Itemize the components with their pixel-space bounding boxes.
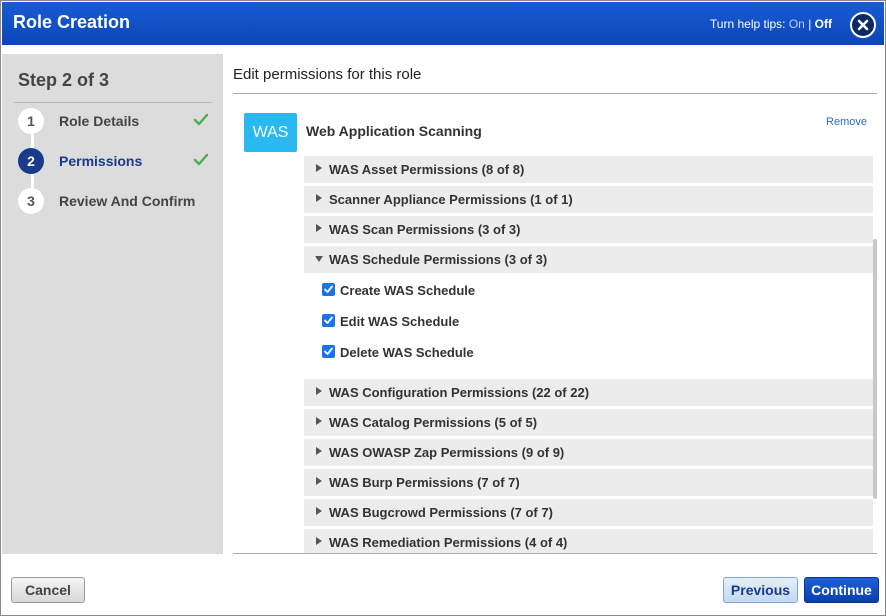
- caret-down-icon: [315, 256, 323, 262]
- permission-item-label: Edit WAS Schedule: [340, 314, 460, 329]
- page-title: Edit permissions for this role: [233, 66, 422, 83]
- permission-group-was-configuration[interactable]: WAS Configuration Permissions (22 of 22): [304, 379, 873, 406]
- permission-group-label: WAS Asset Permissions (8 of 8): [329, 162, 525, 177]
- permissions-panel: WAS Web Application Scanning Remove WAS …: [233, 102, 877, 553]
- help-tips-on[interactable]: On: [789, 17, 805, 31]
- was-module-badge: WAS: [244, 113, 297, 152]
- permission-group-was-schedule[interactable]: WAS Schedule Permissions (3 of 3): [304, 246, 873, 273]
- wizard-step-role-details[interactable]: 1 Role Details: [18, 108, 218, 134]
- title-divider: [233, 93, 877, 94]
- remove-module-link[interactable]: Remove: [826, 116, 867, 128]
- step-number: 3: [18, 188, 44, 214]
- wizard-step-review-and-confirm[interactable]: 3 Review And Confirm: [18, 188, 218, 214]
- close-button[interactable]: [850, 12, 876, 38]
- permission-group-label: WAS OWASP Zap Permissions (9 of 9): [329, 445, 565, 460]
- caret-right-icon: [316, 537, 322, 545]
- checkbox-checked-icon[interactable]: [322, 283, 335, 296]
- step-label: Permissions: [59, 153, 143, 169]
- step-label: Review And Confirm: [59, 193, 196, 209]
- close-icon: [857, 19, 869, 31]
- cancel-button[interactable]: Cancel: [11, 577, 85, 603]
- wizard-sidebar: Step 2 of 3 1 Role Details 2 Permissions…: [2, 54, 223, 554]
- panel-bottom-divider: [233, 553, 877, 554]
- permission-group-was-catalog[interactable]: WAS Catalog Permissions (5 of 5): [304, 409, 873, 436]
- step-number: 2: [18, 148, 44, 174]
- previous-button[interactable]: Previous: [723, 577, 798, 603]
- sidebar-divider: [14, 102, 212, 103]
- permission-group-label: WAS Burp Permissions (7 of 7): [329, 475, 520, 490]
- permission-group-was-remediation[interactable]: WAS Remediation Permissions (4 of 4): [304, 529, 873, 553]
- permission-group-label: Scanner Appliance Permissions (1 of 1): [329, 192, 573, 207]
- permission-group-label: WAS Schedule Permissions (3 of 3): [329, 252, 548, 267]
- caret-right-icon: [316, 447, 322, 455]
- permission-group-was-bugcrowd[interactable]: WAS Bugcrowd Permissions (7 of 7): [304, 499, 873, 526]
- title-bar: Role Creation Turn help tips: On | Off: [2, 2, 884, 45]
- checkbox-checked-icon[interactable]: [322, 314, 335, 327]
- caret-right-icon: [316, 507, 322, 515]
- dialog-title: Role Creation: [13, 12, 131, 32]
- permission-group-label: WAS Catalog Permissions (5 of 5): [329, 415, 538, 430]
- permission-item-label: Delete WAS Schedule: [340, 345, 474, 360]
- step-heading: Step 2 of 3: [18, 70, 110, 90]
- permission-group-label: WAS Remediation Permissions (4 of 4): [329, 535, 568, 550]
- wizard-step-permissions[interactable]: 2 Permissions: [18, 148, 218, 174]
- help-tips-off[interactable]: Off: [815, 17, 832, 31]
- vertical-scrollbar[interactable]: [873, 239, 877, 499]
- module-name: Web Application Scanning: [306, 123, 482, 139]
- checkmark-icon: [193, 113, 209, 126]
- caret-right-icon: [316, 477, 322, 485]
- caret-right-icon: [316, 417, 322, 425]
- permission-group-was-burp[interactable]: WAS Burp Permissions (7 of 7): [304, 469, 873, 496]
- step-number: 1: [18, 108, 44, 134]
- help-tips-toggle: Turn help tips: On | Off: [710, 17, 832, 31]
- continue-button[interactable]: Continue: [804, 577, 879, 603]
- permission-group-label: WAS Scan Permissions (3 of 3): [329, 222, 521, 237]
- role-creation-dialog: Role Creation Turn help tips: On | Off S…: [0, 0, 886, 616]
- permission-group-was-asset[interactable]: WAS Asset Permissions (8 of 8): [304, 156, 873, 183]
- checkbox-checked-icon[interactable]: [322, 345, 335, 358]
- permission-group-was-owasp-zap[interactable]: WAS OWASP Zap Permissions (9 of 9): [304, 439, 873, 466]
- permission-group-scanner-appliance[interactable]: Scanner Appliance Permissions (1 of 1): [304, 186, 873, 213]
- help-tips-separator: |: [808, 17, 812, 31]
- caret-right-icon: [316, 387, 322, 395]
- caret-right-icon: [316, 164, 322, 172]
- permission-item-label: Create WAS Schedule: [340, 283, 476, 298]
- checkmark-icon: [193, 153, 209, 166]
- help-tips-label: Turn help tips:: [709, 17, 786, 31]
- caret-right-icon: [316, 224, 322, 232]
- caret-right-icon: [316, 194, 322, 202]
- step-label: Role Details: [59, 113, 140, 129]
- permission-group-label: WAS Configuration Permissions (22 of 22): [329, 385, 590, 400]
- permission-group-was-scan[interactable]: WAS Scan Permissions (3 of 3): [304, 216, 873, 243]
- permission-group-label: WAS Bugcrowd Permissions (7 of 7): [329, 505, 553, 520]
